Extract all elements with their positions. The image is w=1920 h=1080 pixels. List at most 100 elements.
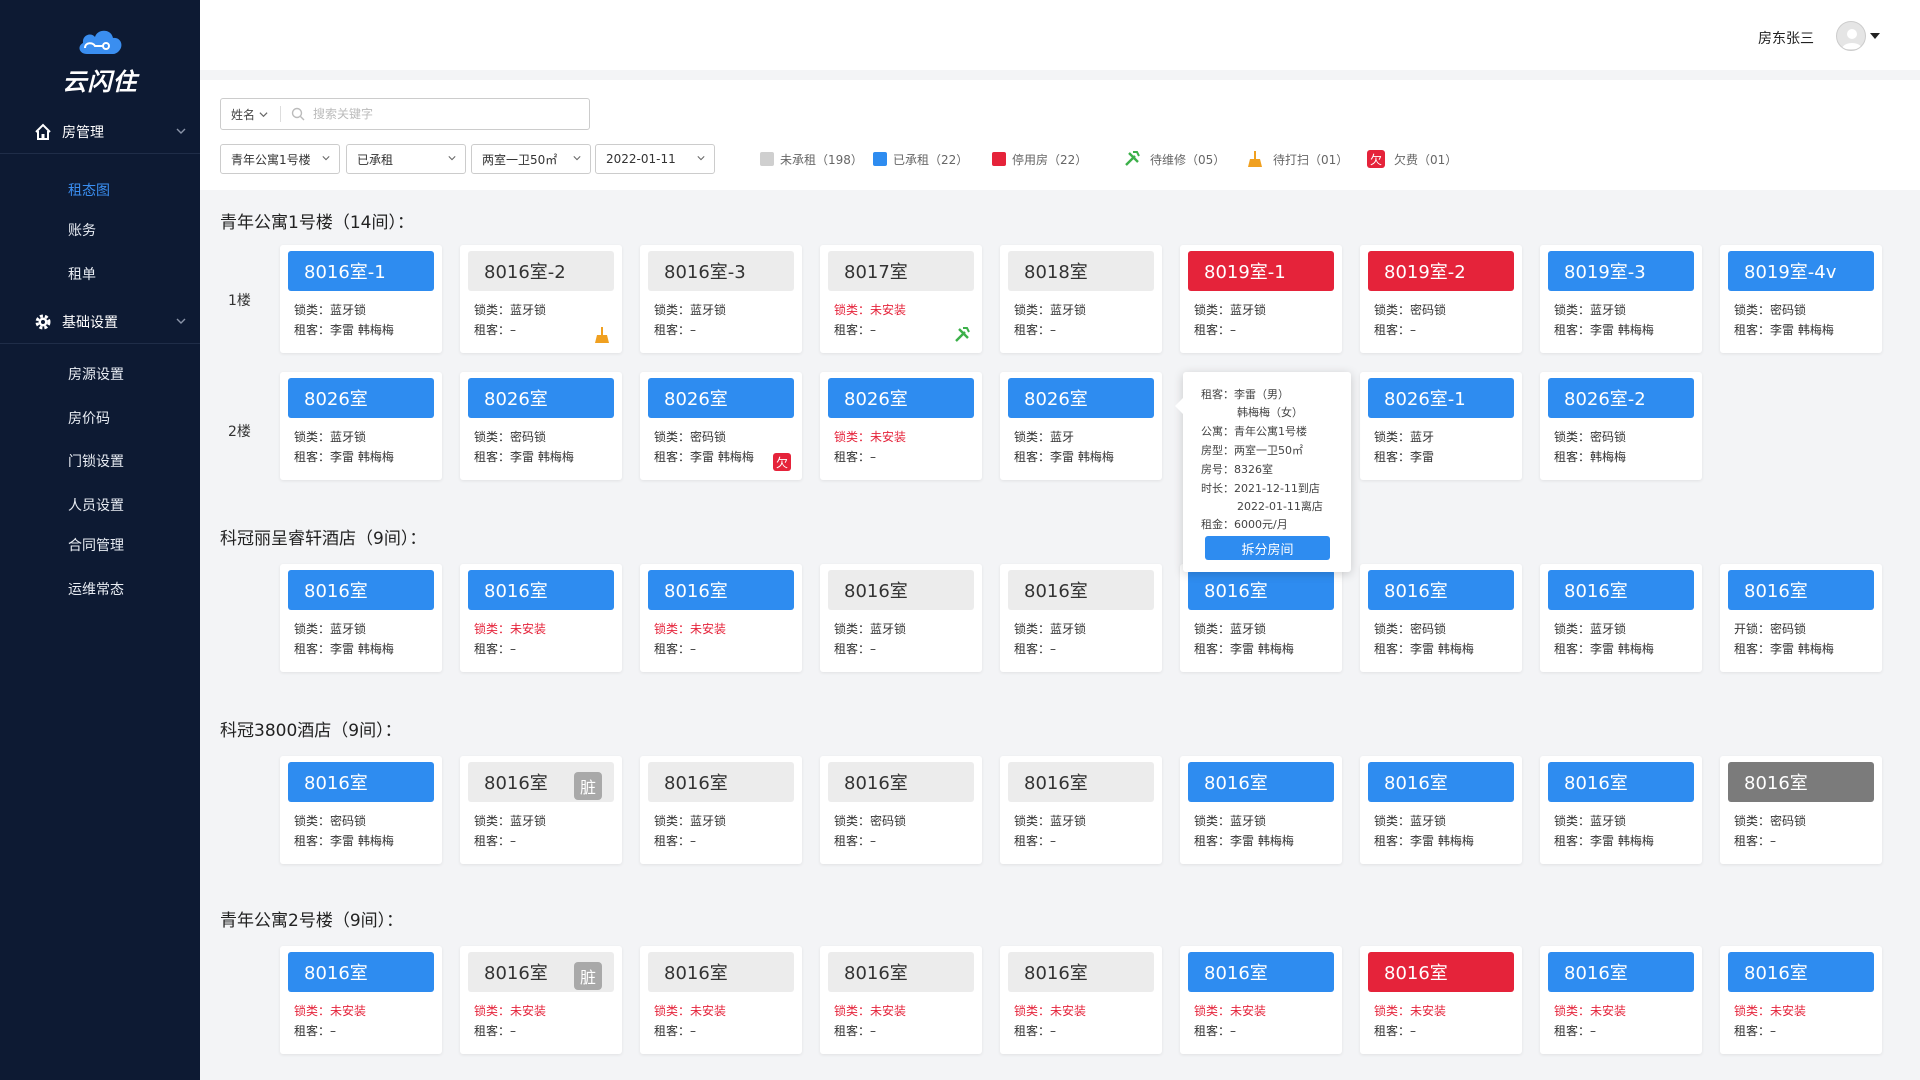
- room-lock-type: 锁类：蓝牙锁: [834, 620, 906, 637]
- room-card[interactable]: 8017室 锁类：未安装 租客：–: [820, 245, 982, 353]
- sidebar-item-rent-orders[interactable]: 租单: [68, 264, 96, 284]
- tools-icon: [952, 325, 972, 345]
- room-name: 8017室: [828, 251, 974, 291]
- legend-swatch: [760, 152, 774, 166]
- room-card[interactable]: 8016室 锁类：未安装 租客：–: [640, 564, 802, 672]
- room-tenant: 租客：李雷 韩梅梅: [1014, 448, 1114, 465]
- room-card[interactable]: 8016室 锁类：蓝牙锁 租客：–: [820, 564, 982, 672]
- room-card[interactable]: 8016室 锁类：密码锁 租客：李雷 韩梅梅: [1360, 564, 1522, 672]
- room-card[interactable]: 8026室-1 锁类：蓝牙 租客：李雷: [1360, 372, 1522, 480]
- room-card[interactable]: 8016室 锁类：未安装 租客：–: [1000, 946, 1162, 1054]
- lock-label: 锁类：: [654, 430, 691, 444]
- room-card[interactable]: 8016室 开锁：密码锁 租客：李雷 韩梅梅: [1720, 564, 1882, 672]
- sidebar-item-rate-codes[interactable]: 房价码: [68, 408, 110, 428]
- lock-value: 未安装: [1590, 1004, 1627, 1018]
- sidebar-item-contracts[interactable]: 合同管理: [68, 535, 124, 555]
- tenant-value: 李雷 韩梅梅: [1230, 834, 1294, 848]
- lock-label: 锁类：: [294, 814, 331, 828]
- room-card[interactable]: 8016室 锁类：蓝牙锁 租客：李雷 韩梅梅: [1540, 756, 1702, 864]
- room-card[interactable]: 8016室 锁类：蓝牙锁 租客：李雷 韩梅梅: [1180, 564, 1342, 672]
- tenant-label: 租客：: [1734, 834, 1771, 848]
- room-card[interactable]: 8019室-2 锁类：密码锁 租客：–: [1360, 245, 1522, 353]
- building-select[interactable]: 青年公寓1号楼: [220, 144, 340, 174]
- room-tenant: 租客：–: [294, 1022, 336, 1039]
- room-card[interactable]: 8016室 锁类：未安装 租客：–: [1540, 946, 1702, 1054]
- sidebar-item-rent-map[interactable]: 租态图: [68, 180, 110, 200]
- tenant-value: 李雷 韩梅梅: [330, 642, 394, 656]
- room-card[interactable]: 8016室 锁类：密码锁 租客：–: [820, 756, 982, 864]
- room-name: 8026室-2: [1548, 378, 1694, 418]
- gear-icon: [32, 311, 54, 333]
- popup-checkout: 2022-01-11离店: [1237, 500, 1323, 513]
- tenant-label: 租客：: [1194, 834, 1231, 848]
- tenant-value: 李雷 韩梅梅: [330, 834, 394, 848]
- room-card[interactable]: 8016室 锁类：未安装 租客：–: [1720, 946, 1882, 1054]
- room-card[interactable]: 8019室-3 锁类：蓝牙锁 租客：李雷 韩梅梅: [1540, 245, 1702, 353]
- split-room-button[interactable]: 拆分房间: [1205, 536, 1330, 560]
- room-tenant: 租客：李雷 韩梅梅: [654, 448, 754, 465]
- tenant-value: –: [1770, 1024, 1777, 1038]
- room-card[interactable]: 8016室 锁类：蓝牙锁 租客：李雷 韩梅梅: [280, 564, 442, 672]
- chevron-down-icon: [697, 156, 705, 161]
- room-lock-type: 锁类：蓝牙锁: [1014, 620, 1086, 637]
- sidebar-item-staff-settings[interactable]: 人员设置: [68, 495, 124, 515]
- tenant-label: 租客：: [1554, 450, 1591, 464]
- user-menu-caret-icon[interactable]: [1870, 33, 1880, 39]
- room-card[interactable]: 8026室锁类：密码锁租客：李雷 韩梅梅 欠: [640, 372, 802, 480]
- room-card[interactable]: 8016室-2 锁类：蓝牙锁 租客：–: [460, 245, 622, 353]
- search-type-select[interactable]: 姓名: [221, 106, 281, 122]
- nav-group-room-management[interactable]: 房管理: [0, 110, 200, 154]
- tenant-value: 韩梅梅: [1590, 450, 1627, 464]
- user-name[interactable]: 房东张三: [1758, 28, 1814, 48]
- room-card[interactable]: 8016室 锁类：蓝牙锁 租客：李雷 韩梅梅: [1360, 756, 1522, 864]
- sidebar-item-lock-settings[interactable]: 门锁设置: [68, 451, 124, 471]
- room-card[interactable]: 8016室 锁类：密码锁 租客：–: [1720, 756, 1882, 864]
- lock-value: 未安装: [1230, 1004, 1267, 1018]
- lock-value: 密码锁: [690, 430, 727, 444]
- tenant-label: 租客：: [474, 1024, 511, 1038]
- search-input[interactable]: [313, 107, 573, 121]
- room-card[interactable]: 8018室 锁类：蓝牙锁 租客：–: [1000, 245, 1162, 353]
- nav-group-basic-settings[interactable]: 基础设置: [0, 300, 200, 344]
- room-card[interactable]: 8026室 锁类：密码锁 租客：李雷 韩梅梅: [460, 372, 622, 480]
- room-card[interactable]: 8016室-1 锁类：蓝牙锁 租客：李雷 韩梅梅: [280, 245, 442, 353]
- room-card[interactable]: 8016室 锁类：未安装 租客：–: [1180, 946, 1342, 1054]
- room-card[interactable]: 8016室 锁类：未安装 租客：–: [640, 946, 802, 1054]
- room-card[interactable]: 8016室-3 锁类：蓝牙锁 租客：–: [640, 245, 802, 353]
- arrears-badge: 欠: [773, 453, 791, 471]
- room-name: 8026室: [648, 378, 794, 418]
- date-select[interactable]: 2022-01-11: [595, 144, 715, 174]
- room-card[interactable]: 8016室 锁类：未安装 租客：–: [460, 564, 622, 672]
- room-card[interactable]: 8016室 锁类：未安装 租客：–: [280, 946, 442, 1054]
- room-card[interactable]: 8016室 锁类：蓝牙锁 租客：–: [1000, 756, 1162, 864]
- room-card[interactable]: 8016室 锁类：未安装 租客：–: [820, 946, 982, 1054]
- avatar[interactable]: [1836, 21, 1866, 51]
- room-card[interactable]: 8016室 锁类：蓝牙锁 租客：–: [640, 756, 802, 864]
- room-card[interactable]: 8016室脏锁类：未安装 租客：–: [460, 946, 622, 1054]
- room-card[interactable]: 8016室 锁类：密码锁 租客：李雷 韩梅梅: [280, 756, 442, 864]
- room-card[interactable]: 8019室-1 锁类：蓝牙锁 租客：–: [1180, 245, 1342, 353]
- logo-text: 云闪住: [62, 68, 138, 96]
- sidebar-item-property-settings[interactable]: 房源设置: [68, 364, 124, 384]
- room-card[interactable]: 8016室 锁类：未安装 租客：–: [1360, 946, 1522, 1054]
- popup-tenant-2: 韩梅梅（女）: [1237, 406, 1303, 419]
- room-card[interactable]: 8016室 锁类：蓝牙锁 租客：李雷 韩梅梅: [1180, 756, 1342, 864]
- room-card[interactable]: 8026室 锁类：蓝牙锁 租客：李雷 韩梅梅: [280, 372, 442, 480]
- room-card[interactable]: 8026室 锁类：蓝牙 租客：李雷 韩梅梅: [1000, 372, 1162, 480]
- sidebar-item-accounts[interactable]: 账务: [68, 220, 96, 240]
- room-card[interactable]: 8026室-2 锁类：密码锁 租客：韩梅梅: [1540, 372, 1702, 480]
- lock-value: 蓝牙锁: [330, 303, 367, 317]
- room-type-select[interactable]: 两室一卫50㎡: [471, 144, 591, 174]
- room-card[interactable]: 8026室 锁类：未安装 租客：–: [820, 372, 982, 480]
- tenant-label: 租客：: [1554, 323, 1591, 337]
- room-card[interactable]: 8019室-4v 锁类：密码锁 租客：李雷 韩梅梅: [1720, 245, 1882, 353]
- room-card[interactable]: 8016室 锁类：蓝牙锁 租客：李雷 韩梅梅: [1540, 564, 1702, 672]
- sidebar-item-operations[interactable]: 运维常态: [68, 579, 124, 599]
- room-lock-type: 锁类：蓝牙锁: [654, 812, 726, 829]
- filter-bar: 姓名 青年公寓1号楼 已承租 两室一卫50㎡ 2022-01-11 未承租（19…: [200, 80, 1920, 190]
- rent-status-select[interactable]: 已承租: [346, 144, 466, 174]
- room-card[interactable]: 8016室脏锁类：蓝牙锁 租客：–: [460, 756, 622, 864]
- room-tenant: 租客：–: [474, 1022, 516, 1039]
- room-card[interactable]: 8016室 锁类：蓝牙锁 租客：–: [1000, 564, 1162, 672]
- rent-status-select-value: 已承租: [357, 152, 394, 167]
